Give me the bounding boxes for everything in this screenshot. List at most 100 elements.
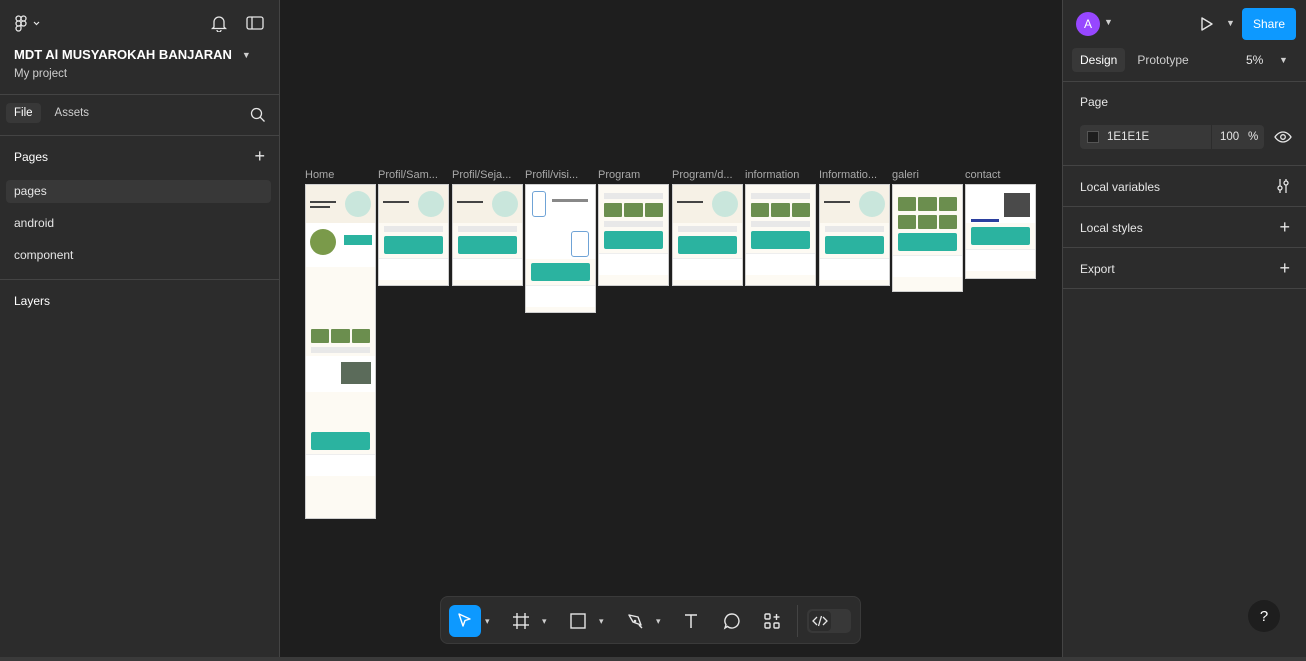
frame-label-profil-sambutan[interactable]: Profil/Sam... xyxy=(378,169,448,181)
page-item-android[interactable]: android xyxy=(6,212,271,235)
code-icon xyxy=(809,611,831,631)
frame-photos xyxy=(311,329,370,343)
frame-label-program[interactable]: Program xyxy=(598,169,668,181)
opacity-unit: % xyxy=(1248,131,1259,143)
frame-contact[interactable] xyxy=(965,184,1036,279)
variables-settings-icon[interactable] xyxy=(1276,178,1290,197)
divider xyxy=(0,279,279,280)
divider xyxy=(1063,165,1306,166)
frame-cta-band xyxy=(531,263,590,281)
frame-label-profil-sejarah[interactable]: Profil/Seja... xyxy=(452,169,522,181)
eye-visibility-icon[interactable] xyxy=(1274,130,1292,147)
frame-label-profil-visi[interactable]: Profil/visi... xyxy=(525,169,595,181)
chevron-down-icon[interactable]: ▼ xyxy=(1226,18,1235,28)
chevron-down-icon[interactable]: ▾ xyxy=(542,616,547,627)
frame-hero xyxy=(820,185,889,223)
color-swatch[interactable] xyxy=(1087,131,1099,143)
add-export-icon[interactable]: + xyxy=(1279,259,1290,277)
tab-design[interactable]: Design xyxy=(1072,48,1126,72)
frame-photos xyxy=(898,215,957,229)
frame-photos xyxy=(604,203,663,217)
comment-tool-icon[interactable] xyxy=(716,605,748,637)
frame-row xyxy=(311,347,370,353)
tab-prototype[interactable]: Prototype xyxy=(1129,48,1196,72)
frame-information[interactable] xyxy=(745,184,816,286)
bg-opacity[interactable]: 100 xyxy=(1220,131,1246,143)
frame-profil-sambutan[interactable] xyxy=(378,184,449,286)
design-canvas[interactable]: Home Profil/Sam... Profil/Seja... Profil… xyxy=(280,0,1062,657)
frame-footer xyxy=(966,249,1035,271)
frame-row xyxy=(825,226,884,232)
frame-label-information[interactable]: information xyxy=(745,169,815,181)
avatar[interactable]: A xyxy=(1076,12,1100,36)
frame-footer xyxy=(893,255,962,277)
frame-cta-band xyxy=(604,231,663,249)
rectangle-tool-icon[interactable] xyxy=(562,605,594,637)
figma-app: MDT Al MUSYAROKAH BANJARAN ▼ My project … xyxy=(0,0,1306,661)
search-icon[interactable] xyxy=(250,107,266,126)
frame-home[interactable] xyxy=(305,184,376,519)
frame-section xyxy=(526,229,595,259)
frame-cta-band xyxy=(311,432,370,450)
left-tabs: File Assets xyxy=(6,103,97,123)
help-button[interactable]: ? xyxy=(1248,600,1280,632)
frame-cta-band xyxy=(825,236,884,254)
chevron-down-icon[interactable]: ▾ xyxy=(599,616,604,627)
page-heading: Page xyxy=(1080,95,1109,109)
figma-menu-icon[interactable] xyxy=(14,15,40,33)
share-button[interactable]: Share xyxy=(1242,8,1296,40)
field-divider xyxy=(1211,125,1212,149)
frame-hero xyxy=(453,185,522,223)
frame-cta-band xyxy=(678,236,737,254)
frame-label-contact[interactable]: contact xyxy=(965,169,1035,181)
tab-assets[interactable]: Assets xyxy=(47,103,98,123)
local-variables-label[interactable]: Local variables xyxy=(1080,180,1160,194)
present-play-icon[interactable] xyxy=(1198,16,1214,35)
divider xyxy=(1063,206,1306,207)
frame-information-detail[interactable] xyxy=(819,184,890,286)
frame-label-home[interactable]: Home xyxy=(305,169,375,181)
frame-label-information-detail[interactable]: Informatio... xyxy=(819,169,889,181)
frame-footer xyxy=(526,285,595,307)
project-title[interactable]: MDT Al MUSYAROKAH BANJARAN ▼ xyxy=(14,47,251,62)
frame-profil-sejarah[interactable] xyxy=(452,184,523,286)
frame-label-galeri[interactable]: galeri xyxy=(892,169,962,181)
page-background-field[interactable]: 1E1E1E 100 % xyxy=(1080,125,1264,149)
pen-tool-icon[interactable] xyxy=(619,605,651,637)
chevron-down-icon[interactable]: ▼ xyxy=(1104,17,1113,27)
local-styles-label[interactable]: Local styles xyxy=(1080,221,1143,235)
bg-color-hex[interactable]: 1E1E1E xyxy=(1107,131,1211,143)
actions-tool-icon[interactable] xyxy=(756,605,788,637)
chevron-down-icon[interactable]: ▾ xyxy=(656,616,661,627)
frame-section xyxy=(306,267,375,317)
move-tool-icon[interactable] xyxy=(449,605,481,637)
page-item-pages[interactable]: pages xyxy=(6,180,271,203)
page-item-component[interactable]: component xyxy=(6,244,271,267)
frame-footer xyxy=(820,258,889,280)
tab-file[interactable]: File xyxy=(6,103,41,123)
toggle-sidebar-icon[interactable] xyxy=(246,16,264,30)
frame-profil-visi[interactable] xyxy=(525,184,596,313)
text-tool-icon[interactable] xyxy=(675,605,707,637)
export-label[interactable]: Export xyxy=(1080,262,1115,276)
frame-program[interactable] xyxy=(598,184,669,286)
frame-footer xyxy=(599,253,668,275)
frame-tool-icon[interactable] xyxy=(505,605,537,637)
frame-galeri[interactable] xyxy=(892,184,963,292)
frame-footer xyxy=(673,258,742,280)
zoom-level[interactable]: 5% xyxy=(1246,53,1263,67)
project-subtitle[interactable]: My project xyxy=(14,68,67,80)
dev-mode-toggle[interactable] xyxy=(807,609,851,633)
frame-label-program-detail[interactable]: Program/d... xyxy=(672,169,742,181)
frame-hero xyxy=(379,185,448,223)
notifications-bell-icon[interactable] xyxy=(211,15,227,32)
add-style-icon[interactable]: + xyxy=(1279,218,1290,236)
add-page-icon[interactable]: + xyxy=(254,147,265,165)
chevron-down-icon[interactable]: ▾ xyxy=(485,616,490,627)
chevron-down-icon[interactable]: ▼ xyxy=(1279,55,1288,65)
frame-program-detail[interactable] xyxy=(672,184,743,286)
frame-photos xyxy=(751,203,810,217)
window-bottom-edge xyxy=(0,657,1306,661)
frame-row xyxy=(751,221,810,227)
divider xyxy=(0,94,279,95)
